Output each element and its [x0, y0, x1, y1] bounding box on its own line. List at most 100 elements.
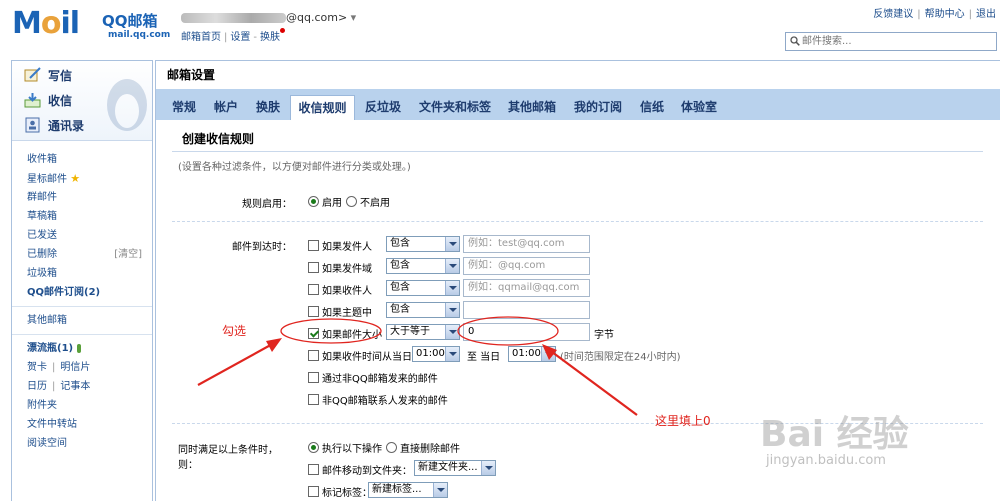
- non-qq-checkbox[interactable]: 通过非QQ邮箱发来的邮件: [308, 370, 438, 385]
- recipient-value-input[interactable]: 例如：qqmail@qq.com: [463, 279, 590, 297]
- feedback-link[interactable]: 反馈建议: [873, 9, 913, 20]
- quick-actions: 写信 收信 通讯录: [12, 61, 152, 141]
- time-condition-checkbox[interactable]: 如果收件时间从当日: [308, 348, 412, 363]
- settings-tab-bar: 常规 帐户 换肤 收信规则 反垃圾 文件夹和标签 其他邮箱 我的订阅 信纸 体验…: [156, 89, 1000, 120]
- section-divider: [172, 151, 983, 152]
- rule-enable-on-radio[interactable]: 启用: [308, 194, 342, 209]
- checkbox-unchecked: [308, 350, 319, 361]
- execute-actions-radio[interactable]: 执行以下操作: [308, 440, 382, 455]
- account-dropdown-icon[interactable]: ▾: [351, 11, 357, 24]
- mail-search-box[interactable]: [785, 32, 997, 51]
- folder-other-mailboxes[interactable]: 其他邮箱: [12, 311, 152, 330]
- sender-domain-operator-select[interactable]: 包含: [386, 258, 460, 274]
- dropdown-arrow-icon: [445, 281, 459, 295]
- size-unit-label: 字节: [594, 330, 614, 341]
- logo-brand: QQ邮箱: [102, 12, 158, 30]
- bottle-icon: [76, 343, 81, 353]
- tab-account[interactable]: 帐户: [206, 95, 246, 120]
- rule-enable-off-radio[interactable]: 不启用: [346, 194, 390, 209]
- mail-home-link[interactable]: 邮箱首页: [181, 32, 221, 43]
- size-condition-checkbox[interactable]: 如果邮件大小: [308, 326, 382, 341]
- folder-inbox[interactable]: 收件箱: [12, 150, 152, 169]
- contacts-button[interactable]: 通讯录: [24, 116, 84, 134]
- subject-condition-checkbox[interactable]: 如果主题中: [308, 304, 372, 319]
- recipient-condition-checkbox[interactable]: 如果收件人: [308, 282, 372, 297]
- tab-general[interactable]: 常规: [164, 95, 204, 120]
- tab-other-mailboxes[interactable]: 其他邮箱: [502, 95, 562, 120]
- folder-sent[interactable]: 已发送: [12, 226, 152, 245]
- dropdown-arrow-icon: [445, 237, 459, 251]
- logout-link[interactable]: 退出: [976, 9, 996, 20]
- folder-subscriptions[interactable]: QQ邮件订阅(2): [12, 283, 152, 302]
- checkbox-unchecked: [308, 262, 319, 273]
- search-input[interactable]: [802, 34, 992, 49]
- subject-value-input[interactable]: [463, 301, 590, 319]
- page-title: 邮箱设置: [156, 61, 1000, 89]
- receive-button[interactable]: 收信: [24, 91, 72, 109]
- folder-spam[interactable]: 垃圾箱: [12, 264, 152, 283]
- sender-value-input[interactable]: 例如：test@qq.com: [463, 235, 590, 253]
- folder-drafts[interactable]: 草稿箱: [12, 207, 152, 226]
- attachments-link[interactable]: 附件夹: [12, 396, 152, 415]
- contacts-icon: [25, 117, 40, 133]
- time-range-note: (时间范围限定在24小时内): [560, 352, 681, 363]
- dropdown-arrow-icon: [445, 259, 459, 273]
- folder-deleted[interactable]: 已删除 [清空]: [12, 245, 152, 264]
- watermark-text: Bai 经验: [760, 414, 909, 455]
- empty-trash-link[interactable]: [清空]: [114, 245, 142, 264]
- radio-unchecked: [346, 196, 357, 207]
- user-email[interactable]: @qq.com> ▾: [181, 11, 356, 24]
- greeting-card-link[interactable]: 贺卡: [27, 362, 47, 373]
- tab-folders-labels[interactable]: 文件夹和标签: [412, 95, 498, 120]
- radio-checked: [308, 196, 319, 207]
- redacted-email: [181, 13, 286, 23]
- qq-mail-logo[interactable]: Moil QQ邮箱 mail.qq.com: [10, 6, 170, 44]
- folder-starred[interactable]: 星标邮件 ★: [12, 169, 152, 188]
- time-from-select[interactable]: 01:00: [412, 346, 460, 362]
- subject-operator-select[interactable]: 包含: [386, 302, 460, 318]
- cards-row: 贺卡 | 明信片: [27, 362, 91, 373]
- dropdown-arrow-icon: [445, 347, 459, 361]
- tag-select[interactable]: 新建标签...: [368, 482, 448, 498]
- size-value-input[interactable]: 0: [463, 323, 590, 341]
- settings-link[interactable]: 设置: [230, 32, 250, 43]
- radio-checked: [308, 442, 319, 453]
- mark-tag-checkbox[interactable]: 标记标签：: [308, 484, 372, 499]
- conditions-label: 邮件到达时：: [232, 242, 292, 253]
- form-divider: [172, 221, 983, 222]
- tab-stationery[interactable]: 信纸: [634, 95, 670, 120]
- sender-operator-select[interactable]: 包含: [386, 236, 460, 252]
- drift-bottle-link[interactable]: 漂流瓶(1): [12, 339, 152, 358]
- recipient-operator-select[interactable]: 包含: [386, 280, 460, 296]
- star-icon: ★: [70, 172, 81, 185]
- checkbox-unchecked: [308, 284, 319, 295]
- tab-anti-spam[interactable]: 反垃圾: [358, 95, 408, 120]
- header: Moil QQ邮箱 mail.qq.com @qq.com> ▾ 邮箱首页 | 设置…: [0, 0, 1000, 57]
- folder-divider: [12, 306, 152, 307]
- help-center-link[interactable]: 帮助中心: [925, 9, 965, 20]
- inbox-download-icon: [24, 93, 41, 108]
- tab-subscriptions[interactable]: 我的订阅: [568, 95, 628, 120]
- sender-domain-input[interactable]: 例如：@qq.com: [463, 257, 590, 275]
- time-to-select[interactable]: 01:00: [508, 346, 556, 362]
- folder-group-mail[interactable]: 群邮件: [12, 188, 152, 207]
- checkbox-checked: [308, 328, 319, 339]
- compose-button[interactable]: 写信: [24, 66, 72, 84]
- postcard-link[interactable]: 明信片: [60, 362, 90, 373]
- move-to-folder-checkbox[interactable]: 邮件移动到文件夹：: [308, 462, 412, 477]
- sender-condition-checkbox[interactable]: 如果发件人: [308, 238, 372, 253]
- tab-skin[interactable]: 换肤: [248, 95, 288, 120]
- non-contact-checkbox[interactable]: 非QQ邮箱联系人发来的邮件: [308, 392, 448, 407]
- notepad-link[interactable]: 记事本: [60, 381, 90, 392]
- tab-receive-rules[interactable]: 收信规则: [290, 95, 355, 120]
- move-folder-select[interactable]: 新建文件夹...: [414, 460, 496, 476]
- top-links: 反馈建议 | 帮助中心 | 退出: [873, 9, 996, 20]
- file-transfer-link[interactable]: 文件中转站: [12, 415, 152, 434]
- calendar-link[interactable]: 日历: [27, 381, 47, 392]
- delete-directly-radio[interactable]: 直接删除邮件: [386, 440, 460, 455]
- sender-domain-checkbox[interactable]: 如果发件域: [308, 260, 372, 275]
- skin-link[interactable]: 换肤: [260, 32, 280, 43]
- size-operator-select[interactable]: 大于等于: [386, 324, 460, 340]
- reading-space-link[interactable]: 阅读空间: [12, 434, 152, 453]
- tab-lab[interactable]: 体验室: [674, 95, 724, 120]
